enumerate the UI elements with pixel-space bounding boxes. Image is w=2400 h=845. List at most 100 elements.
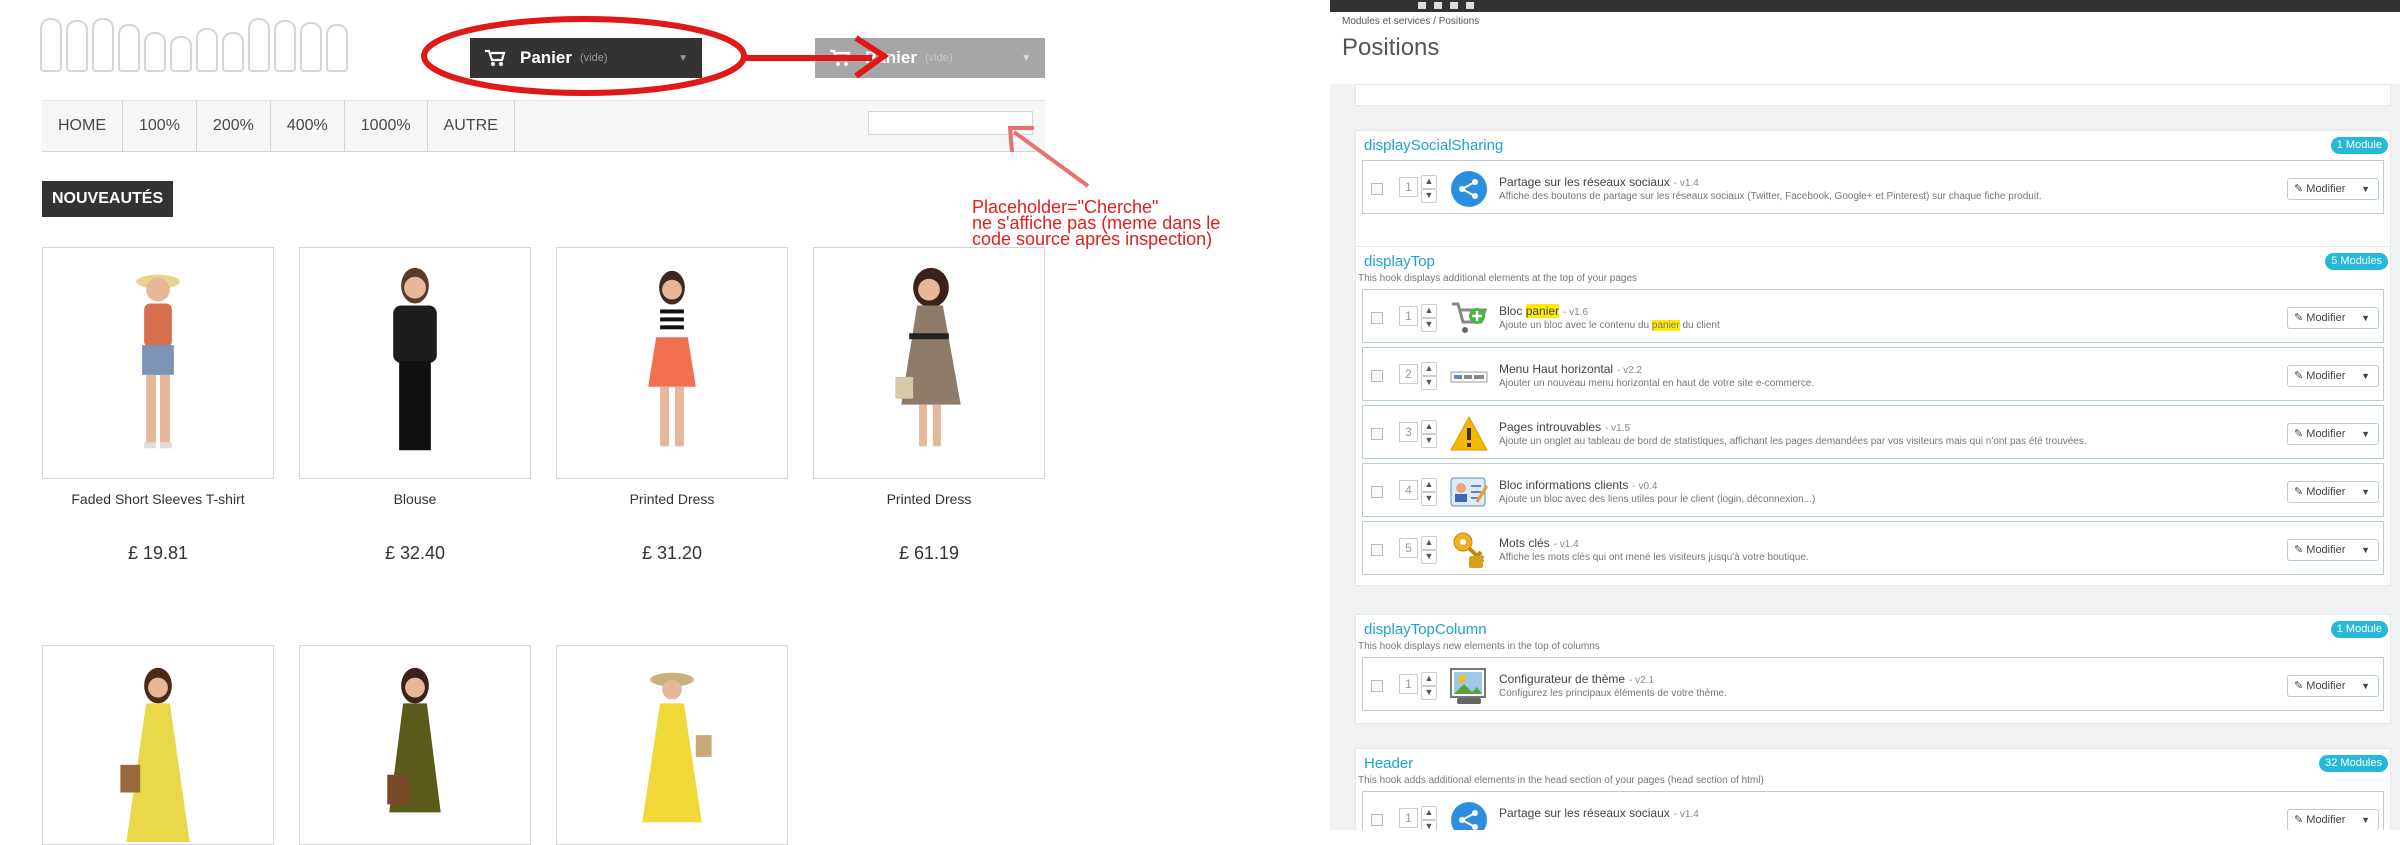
search-input[interactable] bbox=[868, 111, 1033, 135]
modify-button[interactable]: ✎ Modifier ▼ bbox=[2287, 539, 2379, 561]
caret-down-icon: ▼ bbox=[2361, 545, 2370, 555]
shop-logo[interactable] bbox=[40, 8, 360, 72]
modify-button[interactable]: ✎ Modifier ▼ bbox=[2287, 423, 2379, 445]
toolbar-icon[interactable] bbox=[1434, 2, 1442, 9]
move-down-button[interactable]: ▼ bbox=[1421, 686, 1437, 700]
hook-description: This hook adds additional elements in th… bbox=[1358, 775, 1764, 786]
modify-button[interactable]: ✎ Modifier ▼ bbox=[2287, 178, 2379, 200]
modify-label: Modifier bbox=[2306, 680, 2346, 692]
share-icon bbox=[1451, 171, 1487, 207]
product-name[interactable]: Blouse bbox=[299, 491, 531, 507]
move-down-button[interactable]: ▼ bbox=[1421, 189, 1437, 203]
module-count-badge: 1 Module bbox=[2330, 137, 2388, 154]
product-image[interactable] bbox=[299, 247, 531, 479]
menu-item-400[interactable]: 400% bbox=[271, 101, 345, 151]
hook-name[interactable]: displayTopColumn bbox=[1364, 621, 1487, 638]
admin-top-bar bbox=[1330, 0, 2400, 12]
row-checkbox[interactable] bbox=[1371, 680, 1383, 692]
row-checkbox[interactable] bbox=[1371, 428, 1383, 440]
annotation-note: Placeholder="Cherche" ne s'affiche pas (… bbox=[972, 198, 1292, 248]
row-checkbox[interactable] bbox=[1371, 312, 1383, 324]
cart-dropdown[interactable]: Panier (vide) ▼ bbox=[470, 38, 702, 78]
toolbar-icon[interactable] bbox=[1450, 2, 1458, 9]
move-up-button[interactable]: ▲ bbox=[1421, 362, 1437, 376]
hook-name[interactable]: Header bbox=[1364, 755, 1413, 772]
hook-name[interactable]: displayTop bbox=[1364, 253, 1435, 270]
hook-name[interactable]: displaySocialSharing bbox=[1364, 137, 1503, 154]
toolbar-icon[interactable] bbox=[1466, 2, 1474, 9]
row-checkbox[interactable] bbox=[1371, 370, 1383, 382]
module-description: Ajoute un bloc avec des liens utiles pou… bbox=[1499, 494, 1816, 505]
module-description: Affiche des boutons de partage sur les r… bbox=[1499, 191, 2042, 202]
module-count-badge: 1 Module bbox=[2330, 621, 2388, 638]
modify-button[interactable]: ✎ Modifier ▼ bbox=[2287, 307, 2379, 329]
module-name: Bloc panier - v1.6 bbox=[1499, 304, 1588, 318]
modify-button[interactable]: ✎ Modifier ▼ bbox=[2287, 365, 2379, 387]
module-description: Ajoute un onglet au tableau de bord de s… bbox=[1499, 436, 2087, 447]
modify-button[interactable]: ✎ Modifier ▼ bbox=[2287, 481, 2379, 503]
cart-empty-label: (vide) bbox=[579, 52, 608, 64]
move-down-button[interactable]: ▼ bbox=[1421, 820, 1437, 830]
menu-item-200[interactable]: 200% bbox=[197, 101, 271, 151]
move-up-button[interactable]: ▲ bbox=[1421, 420, 1437, 434]
product-image[interactable] bbox=[556, 645, 788, 845]
row-checkbox[interactable] bbox=[1371, 183, 1383, 195]
hooks-list: displaySocialSharing 1 Module 1 ▲ ▼ Part… bbox=[1330, 84, 2400, 830]
position-number: 1 bbox=[1399, 674, 1418, 694]
move-down-button[interactable]: ▼ bbox=[1421, 492, 1437, 506]
move-down-button[interactable]: ▼ bbox=[1421, 434, 1437, 448]
move-up-button[interactable]: ▲ bbox=[1421, 304, 1437, 318]
cart-icon bbox=[485, 49, 506, 66]
product-name[interactable]: Printed Dress bbox=[556, 491, 788, 507]
menu-item-home[interactable]: HOME bbox=[42, 101, 123, 151]
description-suffix: du client bbox=[1679, 320, 1720, 331]
description-prefix: Ajoute un bloc avec le contenu du bbox=[1499, 320, 1652, 331]
row-checkbox[interactable] bbox=[1371, 814, 1383, 826]
move-up-button[interactable]: ▲ bbox=[1421, 806, 1437, 820]
menu-item-autre[interactable]: AUTRE bbox=[428, 101, 515, 151]
row-checkbox[interactable] bbox=[1371, 486, 1383, 498]
move-up-button[interactable]: ▲ bbox=[1421, 478, 1437, 492]
keys-icon bbox=[1453, 532, 1485, 568]
module-name: Pages introuvables - v1.5 bbox=[1499, 420, 1630, 434]
toolbar-icon[interactable] bbox=[1418, 2, 1426, 9]
module-name: Menu Haut horizontal - v2.2 bbox=[1499, 362, 1642, 376]
cart-dropdown-moved[interactable]: Panier (vide) ▼ bbox=[815, 38, 1045, 78]
product-image[interactable] bbox=[299, 645, 531, 845]
move-up-button[interactable]: ▲ bbox=[1421, 536, 1437, 550]
product-price: £ 61.19 bbox=[898, 543, 960, 563]
move-up-button[interactable]: ▲ bbox=[1421, 672, 1437, 686]
product-image[interactable] bbox=[42, 247, 274, 479]
module-row: 4 ▲ ▼ Bloc informations clients - v0.4 Aj… bbox=[1362, 463, 2384, 517]
hook-description: This hook displays new elements in the t… bbox=[1358, 641, 1600, 652]
product-image[interactable] bbox=[42, 645, 274, 845]
module-name: Mots clés - v1.4 bbox=[1499, 536, 1579, 550]
module-row: 1 ▲ ▼ Configurateur de thème - v2.1 Confi… bbox=[1362, 657, 2384, 711]
move-down-button[interactable]: ▼ bbox=[1421, 550, 1437, 564]
caret-down-icon: ▼ bbox=[2361, 184, 2370, 194]
product-name[interactable]: Faded Short Sleeves T-shirt bbox=[42, 491, 274, 507]
product-name[interactable]: Printed Dress bbox=[813, 491, 1045, 507]
product-image[interactable] bbox=[813, 247, 1045, 479]
module-count-badge: 5 Modules bbox=[2325, 253, 2388, 270]
warning-icon bbox=[1450, 415, 1488, 451]
module-version: - v1.4 bbox=[1553, 539, 1579, 550]
row-checkbox[interactable] bbox=[1371, 544, 1383, 556]
move-down-button[interactable]: ▼ bbox=[1421, 318, 1437, 332]
module-row: 5 ▲ ▼ Mots clés - v1.4 Affiche les mots c… bbox=[1362, 521, 2384, 575]
modify-button[interactable]: ✎ Modifier ▼ bbox=[2287, 675, 2379, 697]
modify-button[interactable]: ✎ Modifier ▼ bbox=[2287, 809, 2379, 830]
breadcrumb[interactable]: Modules et services / Positions bbox=[1342, 16, 1479, 27]
module-title: Pages introuvables bbox=[1499, 420, 1602, 434]
admin-screenshot: Modules et services / Positions Position… bbox=[1330, 0, 2400, 830]
menu-item-1000[interactable]: 1000% bbox=[345, 101, 428, 151]
position-number: 5 bbox=[1399, 538, 1418, 558]
move-down-button[interactable]: ▼ bbox=[1421, 376, 1437, 390]
module-name: Configurateur de thème - v2.1 bbox=[1499, 672, 1654, 686]
module-description: Affiche les mots clés qui ont mené les v… bbox=[1499, 552, 1809, 563]
hook-description: This hook displays additional elements a… bbox=[1358, 273, 1638, 284]
product-image[interactable] bbox=[556, 247, 788, 479]
move-up-button[interactable]: ▲ bbox=[1421, 175, 1437, 189]
hook-panel-previous bbox=[1355, 84, 2391, 106]
menu-item-100[interactable]: 100% bbox=[123, 101, 197, 151]
